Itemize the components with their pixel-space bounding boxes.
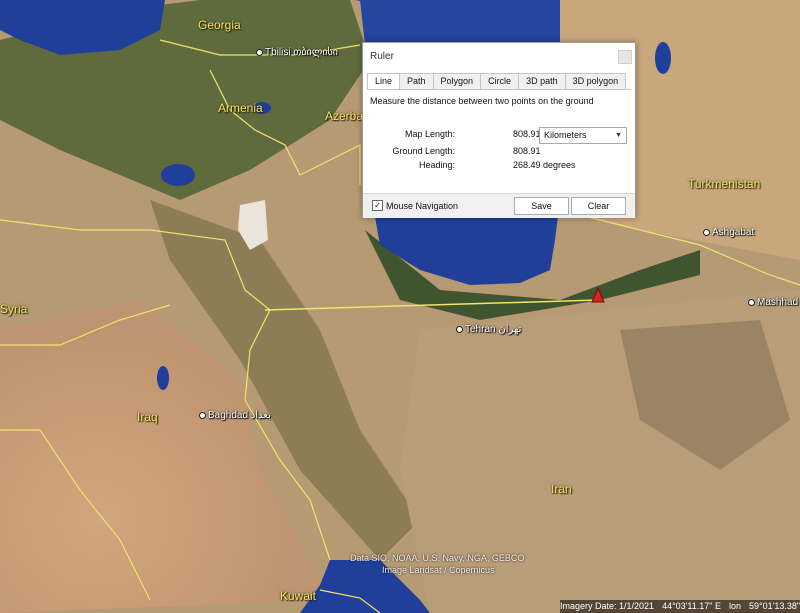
ruler-titlebar[interactable]: Ruler [363, 43, 635, 69]
ruler-dialog: Ruler Line Path Polygon Circle 3D path 3… [362, 42, 636, 218]
heading-label: Heading: [418, 160, 455, 170]
save-button[interactable]: Save [514, 197, 569, 215]
city-tbilisi[interactable]: Tbilisi თბილისი [256, 47, 338, 58]
latitude-readout: 44°03'11.17" E [662, 601, 721, 611]
tab-3d-path[interactable]: 3D path [518, 73, 566, 90]
heading-row: Heading: [367, 160, 455, 170]
longitude-readout: 59°01'13.38" [748, 601, 800, 611]
tab-3d-polygon[interactable]: 3D polygon [564, 73, 627, 90]
city-mashhad[interactable]: Mashhad مشهد [748, 297, 800, 308]
aral-region-lake [655, 42, 671, 74]
country-label-georgia: Georgia [198, 18, 241, 32]
lake-urmia [161, 164, 195, 186]
mouse-navigation-label[interactable]: Mouse Navigation [386, 201, 458, 211]
ruler-description: Measure the distance between two points … [370, 96, 594, 106]
imagery-credit-line2: Image Landsat / Copernicus [382, 565, 495, 575]
ground-length-row: Ground Length: [367, 146, 455, 156]
ruler-footer: ✓ Mouse Navigation Save Clear [363, 193, 635, 218]
country-label-iran: Iran [551, 482, 572, 496]
lake-tharthar [157, 366, 169, 390]
tab-path[interactable]: Path [399, 73, 434, 90]
caspian-north [360, 0, 560, 45]
chevron-down-icon: ▼ [615, 132, 622, 139]
ruler-title: Ruler [370, 51, 394, 62]
imagery-date: Imagery Date: 1/1/2021 [560, 601, 655, 611]
clear-button[interactable]: Clear [571, 197, 626, 215]
heading-value: 268.49 degrees [513, 160, 576, 170]
country-label-kuwait: Kuwait [280, 589, 317, 603]
country-label-armenia: Armenia [218, 101, 263, 115]
map-length-value: 808.91 [513, 129, 541, 139]
unit-selected: Kilometers [544, 130, 587, 140]
status-bar: Imagery Date: 1/1/2021 44°03'11.17" E lon 5… [560, 600, 800, 613]
unit-dropdown[interactable]: Kilometers ▼ [539, 127, 627, 144]
mouse-navigation-checkbox[interactable]: ✓ [372, 200, 383, 211]
country-label-turkmenistan: Turkmenistan [688, 177, 761, 191]
map-length-label: Map Length: [404, 129, 455, 139]
tab-polygon[interactable]: Polygon [432, 73, 482, 90]
tab-line[interactable]: Line [367, 73, 401, 90]
imagery-credit-line1: Data SIO, NOAA, U.S. Navy, NGA, GEBCO [350, 553, 525, 563]
tab-circle[interactable]: Circle [480, 73, 520, 90]
map-length-row: Map Length: [367, 129, 455, 139]
country-label-azerbaijan: Azerba [325, 109, 364, 123]
city-ashgabat[interactable]: Ashgabat [703, 227, 754, 238]
ruler-tabs: Line Path Polygon Circle 3D path 3D poly… [367, 73, 627, 90]
city-baghdad[interactable]: Baghdad بغداد [199, 410, 271, 421]
close-icon[interactable] [618, 50, 632, 64]
lon-label: lon [728, 601, 741, 611]
ground-length-label: Ground Length: [392, 146, 455, 156]
country-label-syria: Syria [0, 302, 28, 316]
city-tehran[interactable]: Tehran تهران [456, 324, 521, 335]
country-label-iraq: Iraq [137, 410, 158, 424]
ground-length-value: 808.91 [513, 146, 541, 156]
